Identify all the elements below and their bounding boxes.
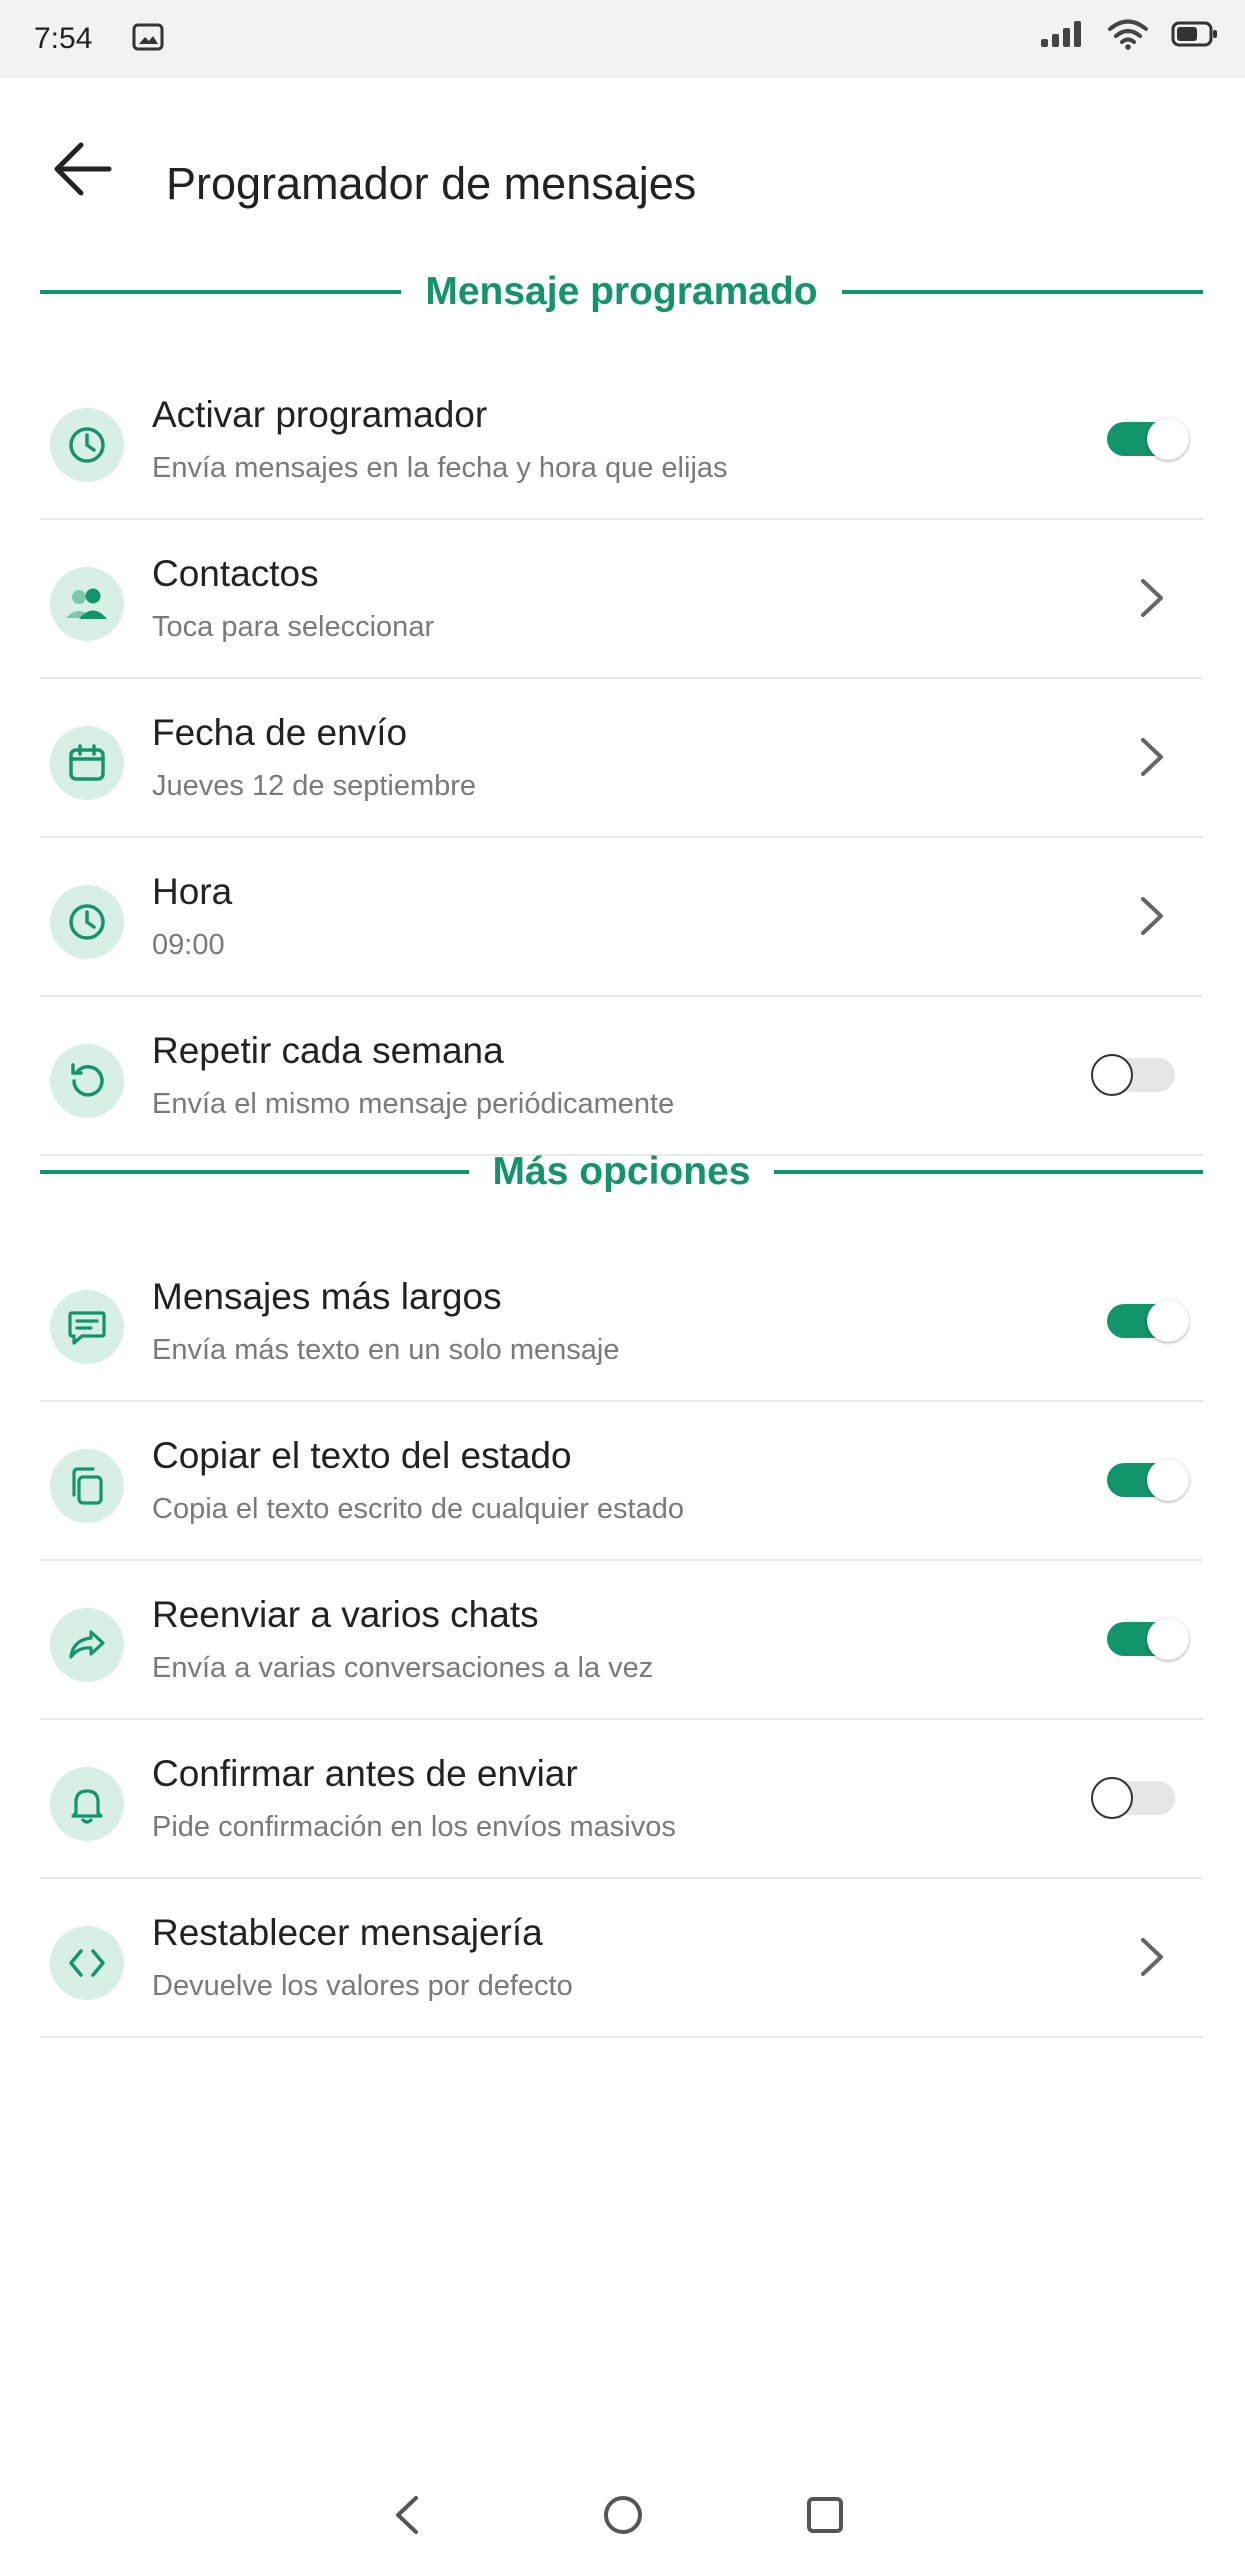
status-time: 7:54 bbox=[34, 22, 93, 55]
setting-title: Repetir cada semana bbox=[152, 1030, 504, 1071]
confirmar-envio-toggle[interactable] bbox=[1091, 1777, 1177, 1819]
gallery-notification-icon bbox=[132, 23, 164, 51]
forward-icon bbox=[50, 1608, 124, 1682]
setting-contactos[interactable]: Contactos Toca para seleccionar bbox=[40, 519, 1203, 679]
setting-subtitle: Envía más texto en un solo mensaje bbox=[152, 1334, 620, 1366]
page-title: Programador de mensajes bbox=[166, 158, 697, 209]
setting-confirmar-envio[interactable]: Confirmar antes de enviar Pide confirmac… bbox=[40, 1719, 1203, 1879]
section-divider-line bbox=[40, 1170, 469, 1174]
mensajes-largos-toggle[interactable] bbox=[1103, 1300, 1189, 1342]
section-divider-line bbox=[40, 290, 402, 294]
code-icon bbox=[50, 1926, 124, 2000]
setting-title: Reenviar a varios chats bbox=[152, 1594, 539, 1635]
activar-programador-toggle[interactable] bbox=[1103, 418, 1189, 460]
setting-mensajes-largos[interactable]: Mensajes más largos Envía más texto en u… bbox=[40, 1242, 1203, 1402]
section-header-scheduled: Mensaje programado bbox=[40, 262, 1203, 322]
setting-subtitle: Envía mensajes en la fecha y hora que el… bbox=[152, 452, 728, 484]
copiar-estado-toggle[interactable] bbox=[1103, 1459, 1189, 1501]
setting-title: Copiar el texto del estado bbox=[152, 1435, 572, 1476]
setting-activar-programador[interactable]: Activar programador Envía mensajes en la… bbox=[40, 360, 1203, 520]
setting-hora[interactable]: Hora 09:00 bbox=[40, 837, 1203, 997]
setting-title: Mensajes más largos bbox=[152, 1276, 502, 1317]
chevron-right-icon bbox=[1141, 1938, 1163, 1976]
setting-fecha-envio[interactable]: Fecha de envío Jueves 12 de septiembre bbox=[40, 678, 1203, 838]
section-divider-line bbox=[774, 1170, 1203, 1174]
back-button[interactable] bbox=[44, 130, 122, 208]
setting-title: Hora bbox=[152, 871, 233, 912]
app-bar: Programador de mensajes bbox=[0, 78, 1245, 258]
status-bar: 7:54 bbox=[0, 0, 1245, 78]
setting-subtitle: Devuelve los valores por defecto bbox=[152, 1970, 573, 2002]
reenviar-chats-toggle[interactable] bbox=[1103, 1618, 1189, 1660]
setting-subtitle: 09:00 bbox=[152, 929, 225, 961]
setting-subtitle: Jueves 12 de septiembre bbox=[152, 770, 477, 802]
setting-title: Fecha de envío bbox=[152, 712, 408, 753]
setting-title: Restablecer mensajería bbox=[152, 1912, 543, 1953]
signal-icon bbox=[1041, 21, 1081, 47]
calendar-icon bbox=[50, 726, 124, 800]
system-navigation-bar bbox=[0, 2470, 1245, 2560]
setting-subtitle: Envía el mismo mensaje periódicamente bbox=[152, 1088, 675, 1120]
contacts-icon bbox=[50, 567, 124, 641]
setting-subtitle: Toca para seleccionar bbox=[152, 611, 435, 643]
chevron-right-icon bbox=[1141, 579, 1163, 617]
wifi-icon bbox=[1108, 19, 1148, 50]
setting-subtitle: Envía a varias conversaciones a la vez bbox=[152, 1652, 654, 1684]
chevron-right-icon bbox=[1141, 897, 1163, 935]
setting-subtitle: Pide confirmación en los envíos masivos bbox=[152, 1811, 676, 1843]
section-title: Mensaje programado bbox=[425, 270, 818, 313]
section-header-more: Más opciones bbox=[40, 1142, 1203, 1202]
setting-restablecer[interactable]: Restablecer mensajería Devuelve los valo… bbox=[40, 1878, 1203, 2038]
battery-icon bbox=[1171, 21, 1217, 47]
clock-icon bbox=[50, 408, 124, 482]
repeat-icon bbox=[50, 1044, 124, 1118]
section-divider-line bbox=[841, 290, 1203, 294]
setting-title: Activar programador bbox=[152, 394, 488, 435]
setting-repetir-semana[interactable]: Repetir cada semana Envía el mismo mensa… bbox=[40, 996, 1203, 1156]
repetir-semana-toggle[interactable] bbox=[1091, 1054, 1177, 1096]
arrow-left-icon bbox=[54, 142, 112, 196]
nav-home-icon[interactable] bbox=[598, 2490, 648, 2540]
message-icon bbox=[50, 1290, 124, 1364]
setting-title: Contactos bbox=[152, 553, 319, 594]
nav-recent-apps-icon[interactable] bbox=[800, 2490, 850, 2540]
setting-subtitle: Copia el texto escrito de cualquier esta… bbox=[152, 1493, 684, 1525]
setting-reenviar-chats[interactable]: Reenviar a varios chats Envía a varias c… bbox=[40, 1560, 1203, 1720]
section-title: Más opciones bbox=[492, 1150, 751, 1193]
setting-copiar-estado[interactable]: Copiar el texto del estado Copia el text… bbox=[40, 1401, 1203, 1561]
clock-icon bbox=[50, 885, 124, 959]
copy-icon bbox=[50, 1449, 124, 1523]
setting-title: Confirmar antes de enviar bbox=[152, 1753, 578, 1794]
chevron-right-icon bbox=[1141, 738, 1163, 776]
nav-back-icon[interactable] bbox=[384, 2490, 434, 2540]
bell-icon bbox=[50, 1767, 124, 1841]
